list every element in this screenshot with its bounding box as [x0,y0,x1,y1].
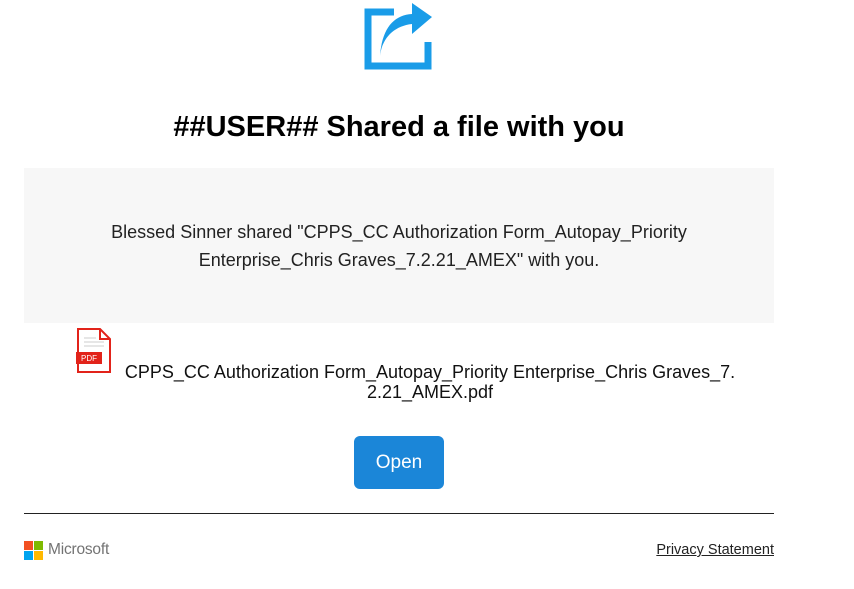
microsoft-logo: Microsoft [24,540,109,560]
pdf-icon-label: PDF [81,354,97,363]
open-button[interactable]: Open [354,436,444,489]
microsoft-wordmark: Microsoft [48,541,110,558]
share-icon [364,3,432,70]
footer-divider [24,513,774,514]
microsoft-logo-icon [24,540,43,560]
pdf-file-icon: PDF [76,328,111,373]
share-message: Blessed Sinner shared "CPPS_CC Authoriza… [111,222,687,270]
share-email-page: ##USER## Shared a file with you Blessed … [0,0,854,589]
privacy-statement-link[interactable]: Privacy Statement [656,542,774,558]
message-box: Blessed Sinner shared "CPPS_CC Authoriza… [24,168,774,323]
page-title: ##USER## Shared a file with you [173,111,625,143]
file-name[interactable]: CPPS_CC Authorization Form_Autopay_Prior… [120,362,740,402]
